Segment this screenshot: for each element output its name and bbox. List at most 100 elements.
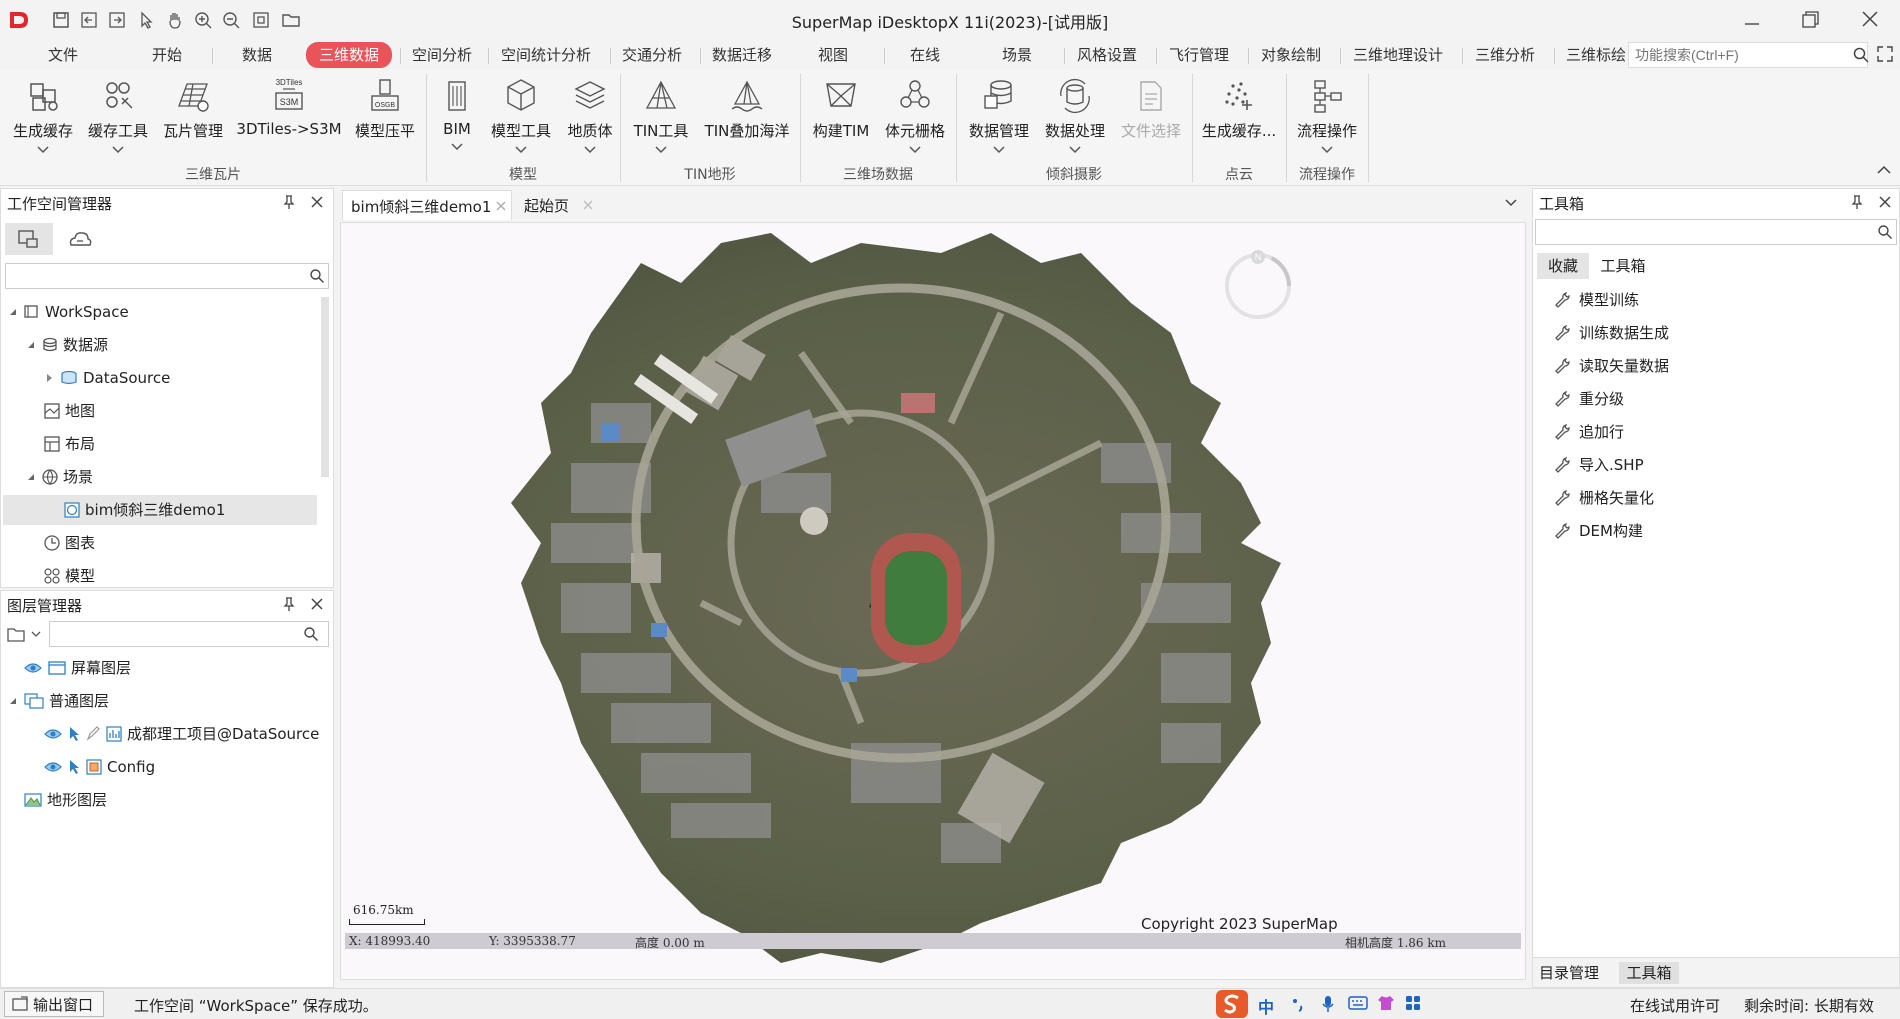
tab-file[interactable]: 文件 — [38, 42, 88, 68]
minimize-icon[interactable] — [1732, 6, 1772, 34]
doc-tab-scene[interactable]: bim倾斜三维demo1 — [342, 190, 512, 220]
chevron-down-icon[interactable] — [514, 145, 528, 155]
collapse-arrow-icon[interactable] — [7, 695, 19, 707]
pin-icon[interactable] — [281, 596, 297, 612]
search-icon[interactable] — [1852, 46, 1870, 64]
tab-3d-plotting[interactable]: 三维标绘 — [1558, 42, 1628, 68]
chevron-down-icon[interactable] — [908, 145, 922, 155]
keyboard-icon[interactable] — [1348, 995, 1368, 1011]
tab-3d-geo-design[interactable]: 三维地理设计 — [1344, 42, 1452, 68]
chevron-down-icon[interactable] — [1320, 145, 1334, 155]
ime-toolbox-icon[interactable] — [1404, 994, 1422, 1012]
build-tim-button[interactable]: 构建TIM — [806, 74, 876, 162]
pin-icon[interactable] — [281, 194, 297, 210]
tab-start[interactable]: 开始 — [142, 42, 192, 68]
close-window-icon[interactable] — [1850, 6, 1890, 34]
workspace-view-toggle[interactable] — [5, 223, 53, 255]
tab-list-chevron-icon[interactable] — [1504, 198, 1518, 208]
tab-view[interactable]: 视图 — [808, 42, 858, 68]
tab-flight-management[interactable]: 飞行管理 — [1160, 42, 1238, 68]
close-icon[interactable] — [495, 200, 507, 212]
tab-data[interactable]: 数据 — [232, 42, 282, 68]
bim-button[interactable]: BIM — [432, 74, 482, 162]
tree-datasource-item[interactable]: DataSource — [43, 363, 170, 393]
layer-screen-layers[interactable]: 屏幕图层 — [23, 653, 131, 683]
tool-read-vector-data[interactable]: 读取矢量数据 — [1553, 351, 1669, 381]
data-management-button[interactable]: 数据管理 — [962, 74, 1036, 162]
restore-icon[interactable] — [1790, 6, 1830, 34]
workspace-search-input[interactable] — [5, 263, 329, 289]
scene-viewport[interactable]: N 616.75km Copyright 2023 SuperMap X: 41… — [340, 222, 1526, 980]
chevron-down-icon[interactable] — [450, 142, 464, 152]
3dtiles-to-s3m-button[interactable]: 3DTiles S3M 3DTiles->S3M — [234, 74, 344, 162]
chevron-down-icon[interactable] — [992, 145, 1006, 155]
chevron-down-icon[interactable] — [36, 145, 50, 155]
tab-spatial-statistics[interactable]: 空间统计分析 — [492, 42, 600, 68]
tile-management-button[interactable]: 瓦片管理 — [156, 74, 230, 162]
selectable-pointer-icon[interactable] — [67, 725, 81, 743]
layer-project-item[interactable]: 成都理工项目@DataSource — [43, 719, 319, 749]
cache-tools-button[interactable]: 缓存工具 — [82, 74, 154, 162]
bottom-tab-toolbox[interactable]: 工具箱 — [1619, 962, 1679, 984]
layer-group-dropdown[interactable] — [5, 621, 45, 647]
chevron-down-icon[interactable] — [1068, 145, 1082, 155]
expand-arrow-icon[interactable] — [43, 372, 55, 384]
layer-terrain-layers[interactable]: 地形图层 — [23, 785, 107, 815]
tree-scenes[interactable]: 场景 — [25, 462, 93, 492]
pin-icon[interactable] — [1849, 194, 1865, 210]
search-icon[interactable] — [303, 626, 319, 642]
tool-training-data-generation[interactable]: 训练数据生成 — [1553, 318, 1669, 348]
tab-object-drawing[interactable]: 对象绘制 — [1252, 42, 1330, 68]
tab-style-settings[interactable]: 风格设置 — [1068, 42, 1146, 68]
tree-charts[interactable]: 图表 — [43, 528, 95, 558]
chevron-down-icon[interactable] — [583, 145, 597, 155]
toolbox-search-input[interactable] — [1535, 219, 1897, 245]
visibility-eye-icon[interactable] — [43, 759, 63, 775]
microphone-icon[interactable] — [1320, 994, 1336, 1014]
tool-reclassify[interactable]: 重分级 — [1553, 384, 1624, 414]
voxel-grid-button[interactable]: 体元栅格 — [878, 74, 952, 162]
layer-search-input[interactable] — [49, 621, 329, 647]
tree-scene-item[interactable]: bim倾斜三维demo1 — [3, 495, 317, 525]
visibility-eye-icon[interactable] — [23, 660, 43, 676]
geological-body-button[interactable]: 地质体 — [560, 74, 620, 162]
model-tools-button[interactable]: 模型工具 — [484, 74, 558, 162]
tab-3d-analysis[interactable]: 三维分析 — [1466, 42, 1544, 68]
ime-mode-label[interactable]: 中 — [1258, 994, 1274, 1018]
tab-online[interactable]: 在线 — [900, 42, 950, 68]
editable-pencil-icon[interactable] — [85, 725, 101, 743]
generate-pointcloud-cache-button[interactable]: 生成缓存... — [1196, 74, 1282, 162]
collapse-ribbon-icon[interactable] — [1876, 164, 1892, 176]
output-window-button[interactable]: 输出窗口 — [4, 991, 104, 1017]
selectable-pointer-icon[interactable] — [67, 758, 81, 776]
tool-append-rows[interactable]: 追加行 — [1553, 417, 1624, 447]
tool-raster-vectorize[interactable]: 栅格矢量化 — [1553, 483, 1654, 513]
tab-data-migration[interactable]: 数据迁移 — [704, 42, 780, 68]
online-workspace-icon[interactable] — [67, 229, 93, 251]
tab-spatial-analysis[interactable]: 空间分析 — [404, 42, 480, 68]
layer-config-item[interactable]: Config — [43, 752, 155, 782]
oblique-photo-model[interactable] — [341, 223, 1526, 980]
close-icon[interactable] — [309, 194, 325, 210]
ime-logo-icon[interactable] — [1216, 990, 1248, 1018]
collapse-arrow-icon[interactable] — [25, 471, 37, 483]
subtab-favorites[interactable]: 收藏 — [1537, 253, 1589, 279]
close-icon[interactable] — [309, 596, 325, 612]
close-icon[interactable] — [1877, 194, 1893, 210]
doc-tab-start-page[interactable]: 起始页 — [516, 190, 602, 220]
tool-dem-build[interactable]: DEM构建 — [1553, 516, 1643, 546]
model-flatten-button[interactable]: OSGB 模型压平 — [348, 74, 422, 162]
collapse-arrow-icon[interactable] — [25, 339, 37, 351]
tin-tools-button[interactable]: TIN工具 — [626, 74, 696, 162]
tin-overlay-ocean-button[interactable]: TIN叠加海洋 — [698, 74, 796, 162]
fullscreen-icon[interactable] — [1876, 45, 1894, 63]
generate-cache-button[interactable]: 生成缓存 — [6, 74, 80, 162]
tab-scene[interactable]: 场景 — [992, 42, 1042, 68]
chevron-down-icon[interactable] — [654, 145, 668, 155]
workspace-scrollbar[interactable] — [321, 297, 329, 477]
skin-shirt-icon[interactable] — [1376, 994, 1396, 1012]
data-processing-button[interactable]: 数据处理 — [1038, 74, 1112, 162]
bottom-tab-catalog[interactable]: 目录管理 — [1539, 962, 1599, 984]
layer-normal-layers[interactable]: 普通图层 — [7, 686, 109, 716]
tab-3d-data[interactable]: 三维数据 — [306, 42, 392, 68]
